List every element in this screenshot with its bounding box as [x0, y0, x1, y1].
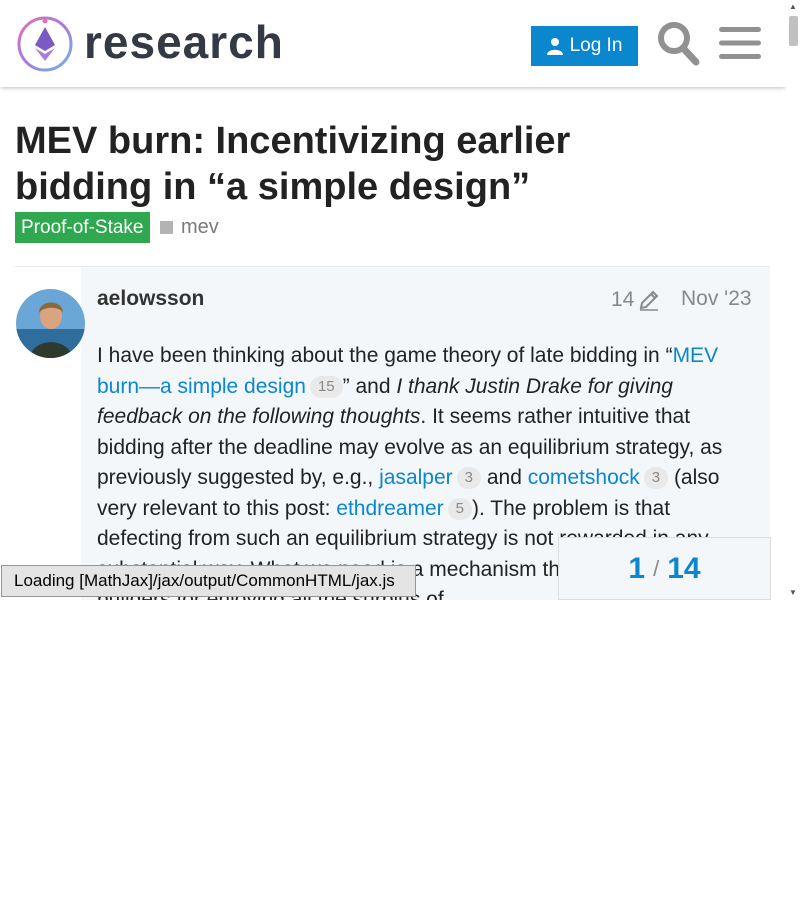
progress-current: 1	[628, 551, 646, 585]
link-click-count: 3	[456, 467, 481, 489]
vertical-scrollbar[interactable]: ▲ ▼	[786, 0, 800, 600]
pencil-icon	[640, 290, 659, 311]
link-click-count: 3	[643, 467, 669, 489]
user-mention-link[interactable]: ethdreamer	[336, 497, 443, 520]
post-text-segment: I have been thinking about the game theo…	[97, 344, 673, 367]
site-header: research Log In	[0, 0, 786, 87]
site-logo-text[interactable]: research	[84, 14, 284, 70]
tag-square-icon	[160, 221, 173, 234]
login-button[interactable]: Log In	[531, 26, 638, 66]
search-icon[interactable]	[656, 20, 700, 66]
post-text-segment: ” and	[342, 374, 397, 398]
post-username[interactable]: aelowsson	[97, 287, 204, 311]
page-viewport: research Log In MEV burn: Incentivizing …	[0, 0, 786, 600]
hamburger-menu-icon[interactable]	[718, 24, 762, 62]
progress-separator: /	[653, 555, 660, 581]
user-mention-link[interactable]: jasalper	[379, 466, 453, 489]
post-edit-count: 14	[611, 288, 635, 311]
login-button-label: Log In	[569, 35, 623, 56]
category-badge[interactable]: Proof-of-Stake	[15, 212, 150, 243]
link-click-count: 5	[447, 497, 473, 520]
post-edit-history[interactable]: 14	[611, 288, 660, 312]
scrollbar-thumb[interactable]	[789, 16, 798, 46]
link-click-count: 15	[309, 375, 343, 398]
site-logo[interactable]	[16, 15, 74, 73]
user-icon	[546, 38, 563, 55]
scroll-up-arrow-icon[interactable]: ▲	[789, 2, 797, 12]
topic-tag[interactable]: mev	[160, 212, 219, 243]
progress-total: 14	[667, 551, 701, 585]
post-date[interactable]: Nov '23	[681, 287, 752, 311]
topic-tag-label: mev	[181, 216, 219, 238]
scroll-down-arrow-icon[interactable]: ▼	[789, 588, 797, 598]
topic-progress-indicator[interactable]: 1 / 14	[558, 537, 771, 600]
user-avatar[interactable]	[16, 289, 85, 358]
post-text-segment: and	[481, 466, 528, 489]
user-mention-link[interactable]: cometshock	[528, 466, 640, 489]
topic-title[interactable]: MEV burn: Incentivizing earlier bidding …	[15, 118, 715, 210]
mathjax-loading-message: Loading [MathJax]/jax/output/CommonHTML/…	[1, 565, 416, 597]
